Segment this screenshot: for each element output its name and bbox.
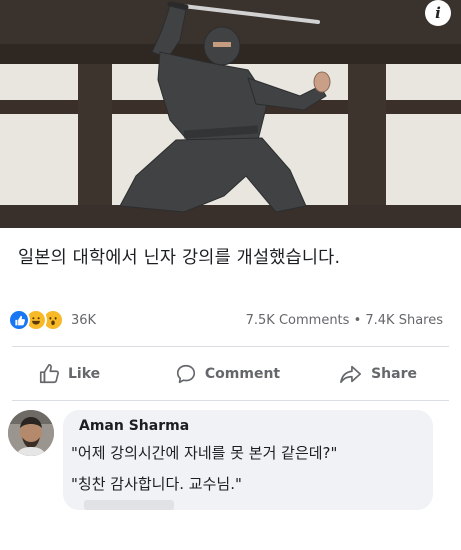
comment-text-line: "칭찬 감사합니다. 교수님."	[71, 475, 242, 493]
post-caption: 일본의 대학에서 닌자 강의를 개설했습니다.	[18, 248, 341, 268]
comment-text-line: "어제 강의시간에 자네를 못 본거 같은데?"	[71, 444, 338, 462]
thumbs-up-icon	[39, 364, 59, 384]
cropped-text	[84, 500, 174, 510]
action-bar: Like Comment Share	[0, 352, 461, 396]
post-stats: 36K 7.5K Comments • 7.4K Shares	[0, 303, 461, 337]
share-icon	[340, 365, 362, 384]
comments-count[interactable]: 7.5K Comments	[246, 313, 350, 328]
divider	[12, 346, 449, 347]
info-icon[interactable]: i	[425, 0, 451, 26]
ninja-photo	[0, 0, 461, 228]
engagement-counts: 7.5K Comments • 7.4K Shares	[246, 313, 443, 328]
avatar[interactable]	[8, 410, 54, 456]
like-button[interactable]: Like	[0, 352, 164, 396]
reactions-summary[interactable]: 36K	[8, 309, 96, 331]
share-label: Share	[371, 366, 417, 382]
comment-button[interactable]: Comment	[164, 352, 290, 396]
comment-author[interactable]: Aman Sharma	[79, 418, 189, 434]
comment-bubble: Aman Sharma "어제 강의시간에 자네를 못 본거 같은데?" "칭찬…	[63, 410, 433, 510]
like-icon	[8, 309, 30, 331]
stats-separator: •	[353, 313, 362, 328]
post-photo[interactable]: i	[0, 0, 461, 228]
like-label: Like	[68, 366, 101, 382]
user-avatar-image	[8, 410, 54, 456]
shares-count[interactable]: 7.4K Shares	[365, 313, 443, 328]
reaction-count: 36K	[71, 312, 97, 328]
share-button[interactable]: Share	[291, 352, 461, 396]
divider	[12, 400, 449, 401]
comment-icon	[176, 364, 195, 384]
comment-label: Comment	[204, 366, 281, 382]
